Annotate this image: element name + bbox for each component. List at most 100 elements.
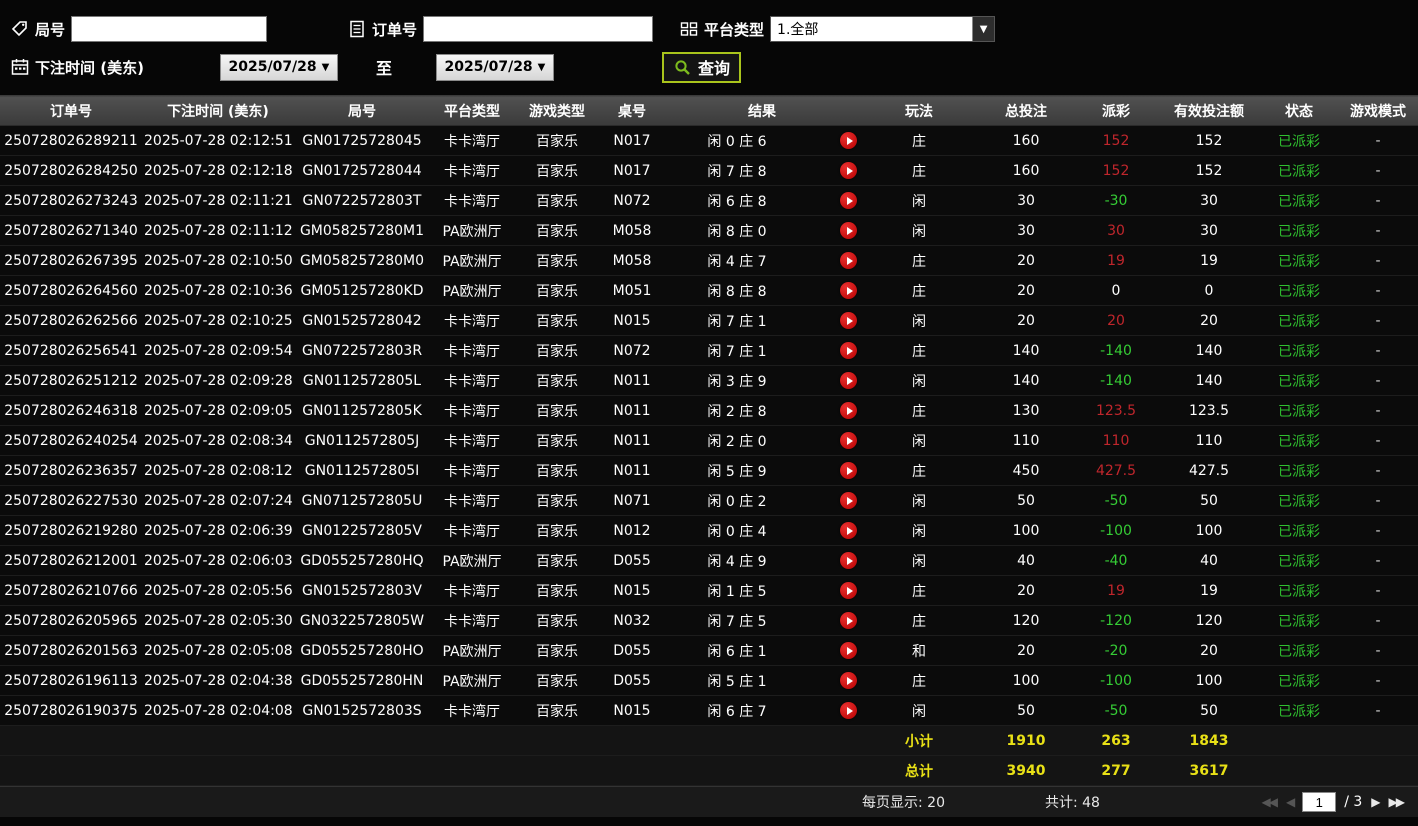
cell-valid-bet: 30 [1158,185,1260,216]
play-icon[interactable] [840,582,857,599]
cell-game-id: GN0152572803V [294,575,430,606]
per-page-label: 每页显示: 20 [862,795,945,811]
grand-total-label: 总计 [860,755,978,786]
query-button[interactable]: 查询 [661,51,741,83]
play-icon[interactable] [840,222,857,239]
play-icon[interactable] [840,612,857,629]
cell-table-no: D055 [600,635,664,666]
play-icon[interactable] [840,702,857,719]
date-from-button[interactable]: 2025/07/28 ▼ [219,53,338,81]
subtotal-label: 小计 [860,725,978,756]
play-icon[interactable] [840,252,857,269]
play-icon[interactable] [840,342,857,359]
play-icon[interactable] [840,372,857,389]
play-icon[interactable] [840,462,857,479]
platform-type-select[interactable]: 1.全部 ▼ [770,16,996,42]
cell-game-type: 百家乐 [514,245,600,276]
col-header-game-type: 游戏类型 [514,95,600,126]
result-text: 闲 6 庄 7 [707,703,767,720]
game-id-input[interactable] [71,16,268,42]
cell-result: 闲 7 庄 5 [664,605,860,636]
cell-game-type: 百家乐 [514,695,600,726]
play-icon[interactable] [840,192,857,209]
play-icon[interactable] [840,492,857,509]
cell-bet-time: 2025-07-28 02:10:25 [142,305,294,336]
cell-mode: - [1338,635,1418,666]
search-icon [673,57,693,77]
cell-order-id: 250728026210766 [0,575,142,606]
cell-valid-bet: 50 [1158,485,1260,516]
play-icon[interactable] [840,432,857,449]
play-icon[interactable] [840,282,857,299]
cell-table-no: M058 [600,215,664,246]
table-row: 250728026246318 2025-07-28 02:09:05 GN01… [0,395,1418,426]
cell-bet-time: 2025-07-28 02:12:18 [142,155,294,186]
play-icon[interactable] [840,162,857,179]
cell-payout: -140 [1074,365,1158,396]
game-id-label: 局号 [35,20,66,39]
cell-game-id: GN0152572803S [294,695,430,726]
prev-page-icon[interactable]: ◀ [1285,795,1295,809]
play-icon[interactable] [840,672,857,689]
cell-payout: -100 [1074,515,1158,546]
play-icon[interactable] [840,522,857,539]
cell-result: 闲 5 庄 9 [664,455,860,486]
first-page-icon[interactable]: ◀◀ [1261,795,1279,809]
play-icon[interactable] [840,642,857,659]
cell-total-bet: 20 [978,245,1074,276]
cell-game-id: GN0722572803R [294,335,430,366]
col-header-mode: 游戏模式 [1338,95,1418,126]
next-page-icon[interactable]: ▶ [1370,795,1380,809]
cell-game-id: GN01525728042 [294,305,430,336]
play-icon[interactable] [840,402,857,419]
cell-table-no: M051 [600,275,664,306]
col-header-total-bet: 总投注 [978,95,1074,126]
cell-play: 庄 [860,155,978,186]
cell-game-id: GN0112572805J [294,425,430,456]
cell-platform: PA欧洲厅 [430,545,514,576]
bet-records-table: 订单号 下注时间 (美东) 局号 平台类型 游戏类型 桌号 结果 玩法 总投注 … [0,95,1418,786]
play-triangle [846,526,853,535]
play-triangle [846,616,853,625]
cell-game-type: 百家乐 [514,185,600,216]
cell-game-id: GD055257280HQ [294,545,430,576]
cell-table-no: N072 [600,335,664,366]
play-triangle [846,676,853,685]
cell-valid-bet: 152 [1158,125,1260,156]
cell-bet-time: 2025-07-28 02:09:05 [142,395,294,426]
cell-bet-time: 2025-07-28 02:06:39 [142,515,294,546]
table-row: 250728026273243 2025-07-28 02:11:21 GN07… [0,185,1418,216]
cell-result: 闲 5 庄 1 [664,665,860,696]
cell-status: 已派彩 [1260,605,1338,636]
result-text: 闲 8 庄 0 [707,223,767,240]
play-icon[interactable] [840,132,857,149]
play-icon[interactable] [840,312,857,329]
cell-status: 已派彩 [1260,695,1338,726]
date-to-button[interactable]: 2025/07/28 ▼ [435,53,554,81]
cell-valid-bet: 19 [1158,245,1260,276]
page-number-input[interactable] [1302,792,1337,812]
chevron-down-icon: ▼ [321,61,330,73]
cell-play: 闲 [860,425,978,456]
cell-mode: - [1338,245,1418,276]
col-header-payout: 派彩 [1074,95,1158,126]
cell-result: 闲 2 庄 8 [664,395,860,426]
play-icon[interactable] [840,552,857,569]
pager: ◀◀ ◀ / 3 ▶ ▶▶ [1261,792,1406,812]
cell-play: 闲 [860,485,978,516]
cell-payout: -100 [1074,665,1158,696]
result-text: 闲 2 庄 0 [707,433,767,450]
cell-payout: 152 [1074,125,1158,156]
cell-game-id: GN0322572805W [294,605,430,636]
cell-play: 庄 [860,395,978,426]
cell-status: 已派彩 [1260,635,1338,666]
order-id-input[interactable] [423,16,654,42]
play-triangle [846,136,853,145]
result-text: 闲 8 庄 8 [707,283,767,300]
last-page-icon[interactable]: ▶▶ [1388,795,1406,809]
date-from-value: 2025/07/28 [228,59,317,75]
cell-order-id: 250728026267395 [0,245,142,276]
cell-play: 庄 [860,275,978,306]
cell-mode: - [1338,395,1418,426]
cell-total-bet: 20 [978,575,1074,606]
